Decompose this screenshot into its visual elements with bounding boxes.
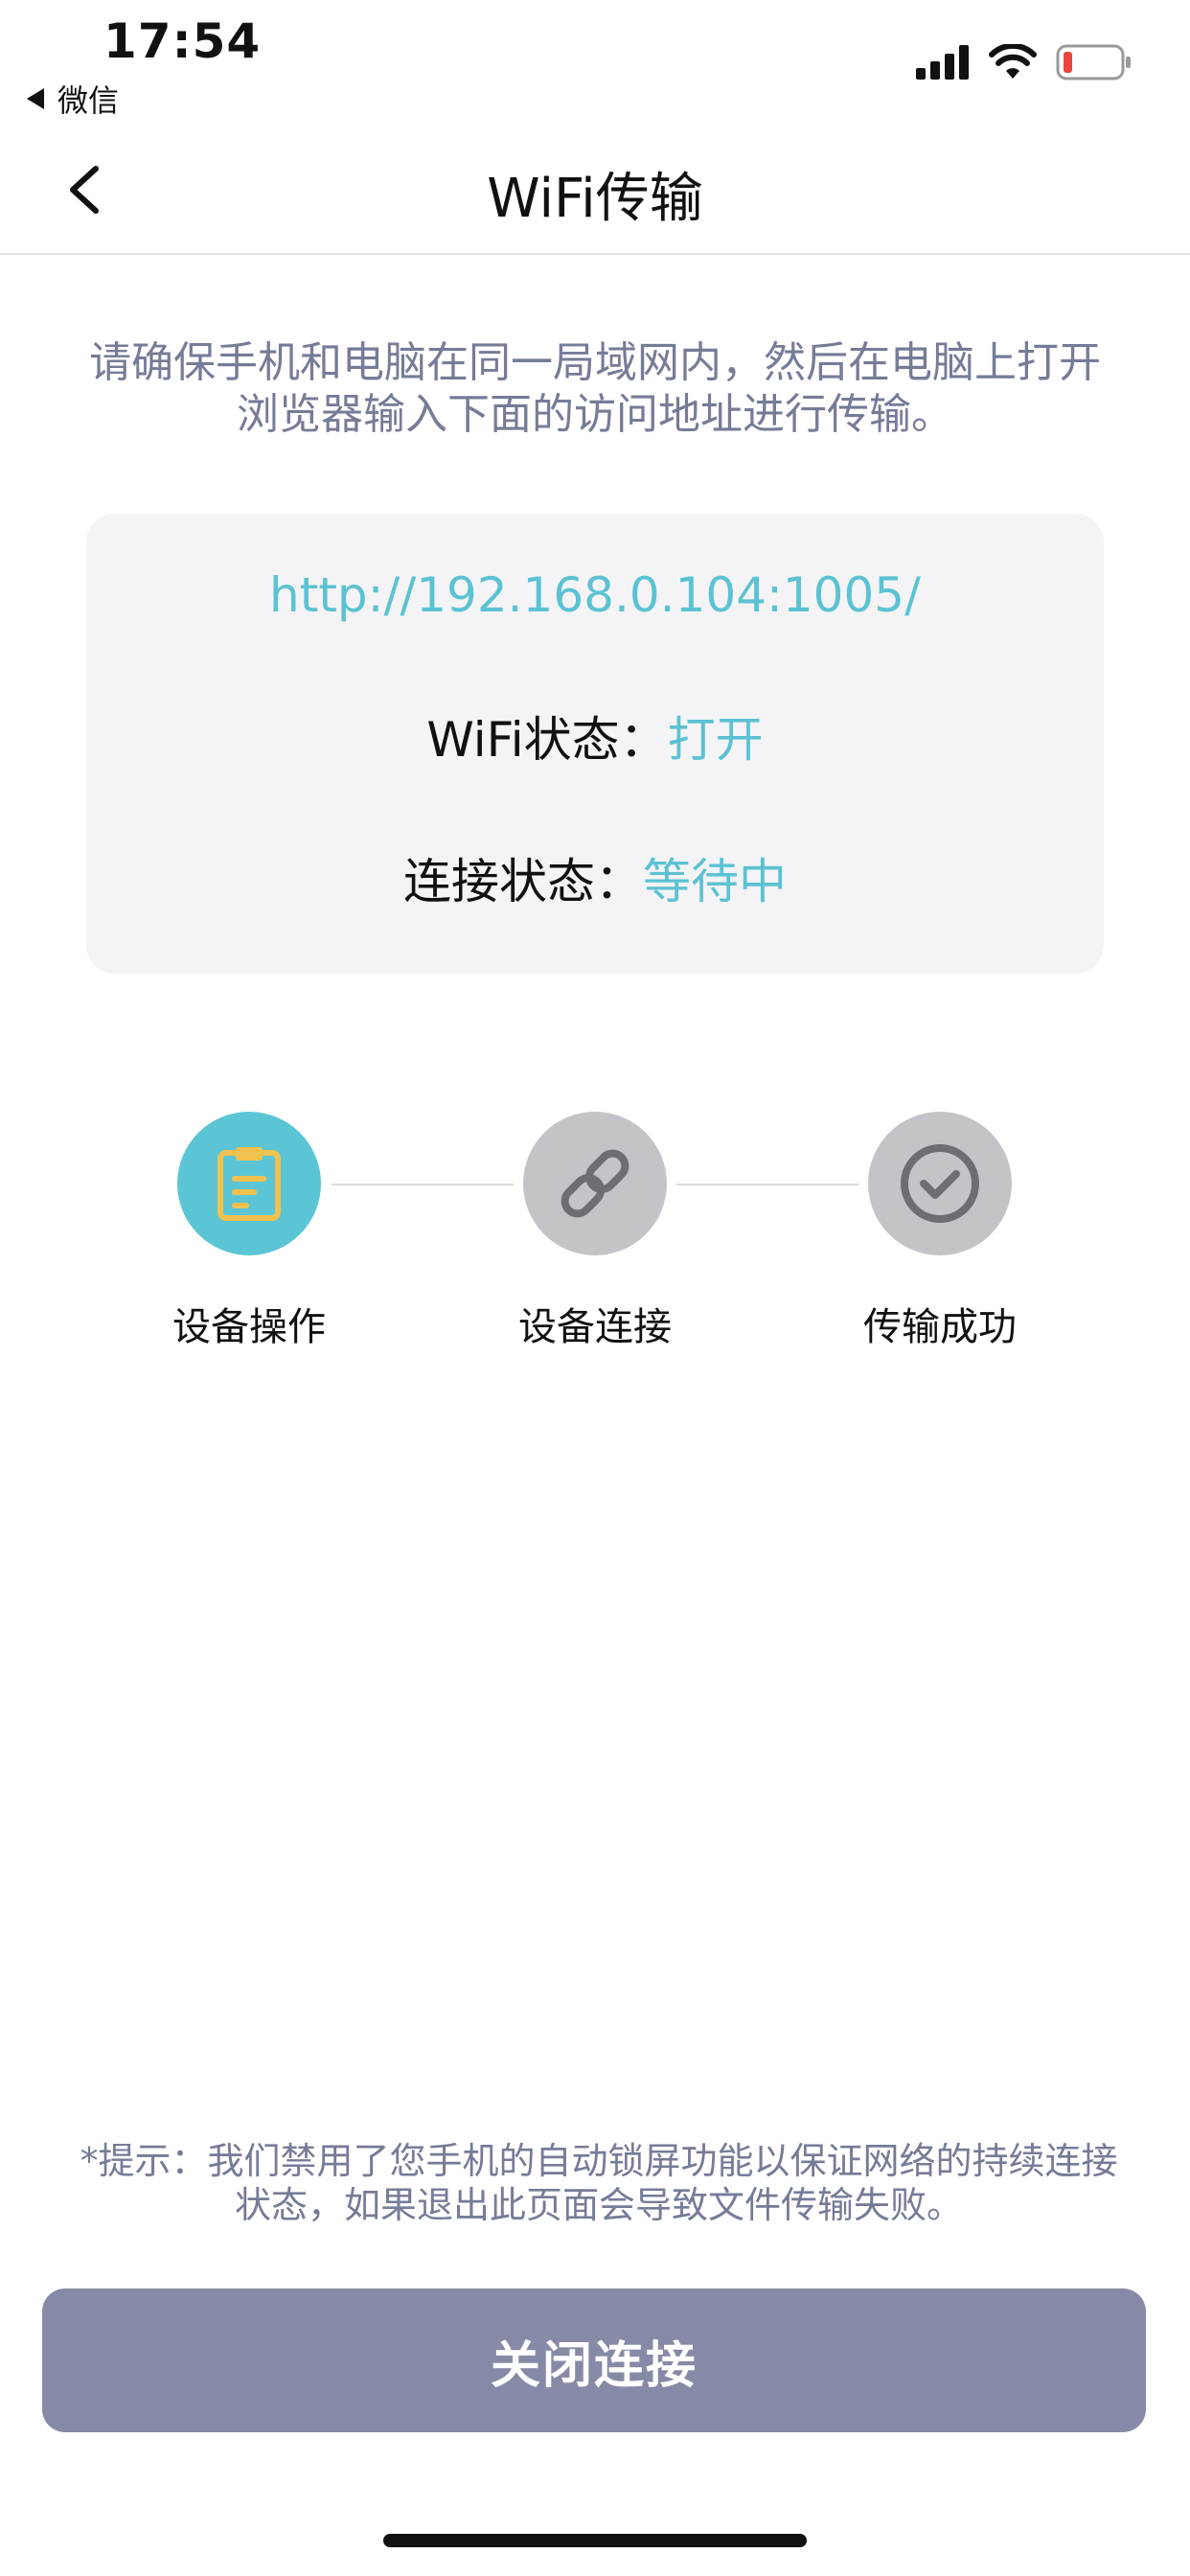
step-circle-active: [177, 1112, 321, 1255]
back-to-app-link[interactable]: 微信: [27, 77, 119, 121]
close-connection-button[interactable]: 关闭连接: [42, 2288, 1146, 2432]
access-url[interactable]: http://192.168.0.104:1005/: [86, 567, 1104, 623]
connection-info-card: http://192.168.0.104:1005/ WiFi状态：打开 连接状…: [86, 514, 1104, 974]
progress-steps: 设备操作 设备连接 传输成功: [0, 1112, 1190, 1380]
home-indicator[interactable]: [383, 2534, 807, 2547]
nav-bar: WiFi传输: [0, 126, 1190, 255]
step-circle-inactive: [523, 1112, 667, 1255]
step-circle-inactive: [868, 1112, 1012, 1255]
back-triangle-icon: [27, 88, 44, 109]
step-label: 设备连接: [518, 1305, 672, 1349]
wifi-icon: [989, 44, 1037, 79]
battery-icon: [1056, 44, 1131, 80]
wifi-status-value: 打开: [667, 712, 764, 768]
back-to-app-label: 微信: [57, 82, 120, 119]
step-device-operation: 设备操作: [105, 1112, 393, 1351]
hint-text: *提示：我们禁用了您手机的自动锁屏功能以保证网络的持续连接状态，如果退出此页面会…: [80, 2140, 1118, 2226]
wifi-status-label: WiFi状态：: [426, 712, 668, 768]
connection-status-value: 等待中: [643, 854, 787, 909]
step-label: 传输成功: [863, 1305, 1017, 1349]
connection-status-row: 连接状态：等待中: [86, 843, 1104, 912]
cellular-signal-icon: [916, 45, 969, 80]
check-circle-icon: [901, 1144, 979, 1223]
status-icons: [916, 44, 1133, 80]
step-device-connection: 设备连接: [451, 1112, 739, 1351]
step-transfer-success: 传输成功: [796, 1112, 1084, 1351]
wifi-status-row: WiFi状态：打开: [86, 702, 1104, 770]
clipboard-icon: [217, 1147, 281, 1221]
step-label: 设备操作: [172, 1305, 326, 1349]
instruction-text: 请确保手机和电脑在同一局域网内，然后在电脑上打开浏览器输入下面的访问地址进行传输…: [89, 338, 1101, 439]
status-bar: 17:54 微信: [0, 0, 1190, 126]
link-icon: [561, 1149, 629, 1218]
connection-status-label: 连接状态：: [403, 854, 643, 909]
status-time: 17:54: [103, 13, 262, 69]
page-title: WiFi传输: [487, 168, 703, 230]
